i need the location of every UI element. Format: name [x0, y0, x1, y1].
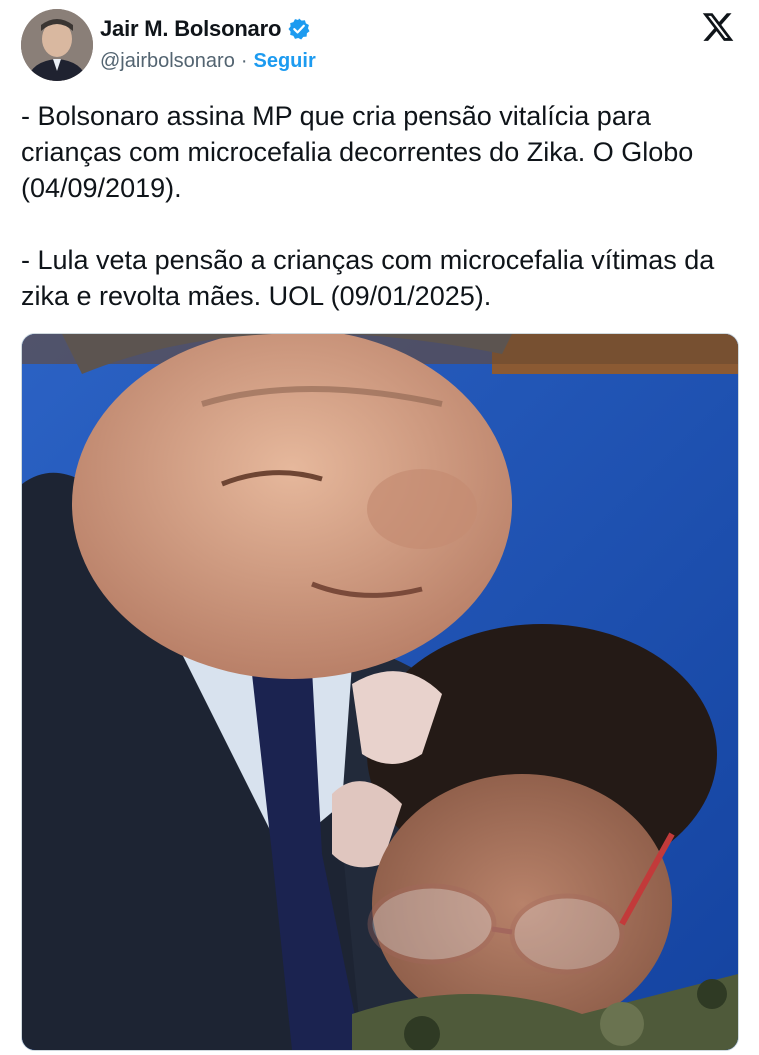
tweet-paragraph: - Bolsonaro assina MP que cria pensão vi… [21, 101, 694, 203]
name-row: Jair M. Bolsonaro [100, 15, 311, 43]
tweet-text: - Bolsonaro assina MP que cria pensão vi… [21, 98, 741, 314]
x-logo-icon[interactable] [701, 10, 735, 44]
tweet-paragraph: - Lula veta pensão a crianças com microc… [21, 245, 715, 311]
tweet-header: Jair M. Bolsonaro @jairbolsonaro · Segui… [0, 0, 759, 90]
user-handle[interactable]: @jairbolsonaro [100, 50, 235, 73]
separator-dot: · [240, 49, 248, 72]
handle-row: @jairbolsonaro · Seguir [100, 47, 316, 75]
follow-button[interactable]: Seguir [254, 50, 316, 73]
tweet-photo[interactable] [21, 333, 739, 1051]
verified-badge-icon [287, 17, 311, 41]
display-name[interactable]: Jair M. Bolsonaro [100, 16, 281, 42]
avatar[interactable] [21, 9, 93, 81]
